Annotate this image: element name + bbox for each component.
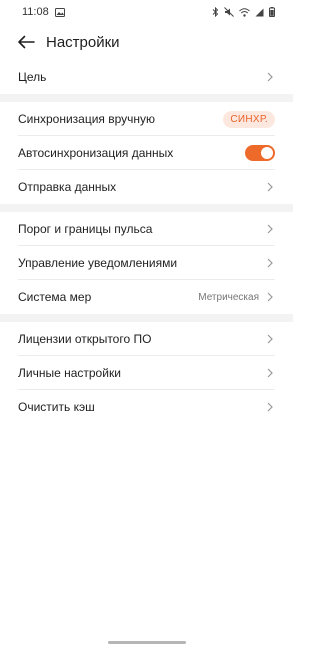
page-title: Настройки — [46, 33, 120, 51]
chevron-right-icon — [265, 333, 275, 345]
setting-heart-rate[interactable]: Порог и границы пульса — [0, 212, 293, 246]
setting-clear-cache[interactable]: Очистить кэш — [0, 390, 293, 424]
chevron-right-icon — [265, 223, 275, 235]
auto-sync-toggle[interactable] — [245, 145, 275, 161]
section-divider — [0, 314, 293, 322]
setting-units[interactable]: Система мер Метрическая — [0, 280, 293, 314]
status-right — [212, 7, 275, 17]
mute-icon — [224, 7, 234, 17]
setting-units-value: Метрическая — [198, 291, 259, 303]
setting-units-label: Система мер — [18, 290, 92, 304]
app-bar: Настройки — [0, 24, 293, 60]
setting-goal-label: Цель — [18, 70, 47, 84]
setting-goal[interactable]: Цель — [0, 60, 293, 94]
setting-licenses[interactable]: Лицензии открытого ПО — [0, 322, 293, 356]
setting-manual-sync-label: Синхронизация вручную — [18, 112, 156, 126]
setting-units-value-group: Метрическая — [198, 291, 275, 303]
chevron-right-icon — [265, 181, 275, 193]
wifi-icon — [239, 7, 250, 17]
status-left: 11:08 — [22, 6, 65, 18]
home-indicator[interactable] — [108, 641, 186, 644]
section-divider — [0, 94, 293, 102]
status-bar: 11:08 — [0, 0, 293, 24]
arrow-left-icon[interactable] — [14, 30, 38, 54]
section-divider — [0, 204, 293, 212]
setting-auto-sync-label: Автосинхронизация данных — [18, 146, 174, 160]
setting-heart-rate-label: Порог и границы пульса — [18, 222, 153, 236]
battery-icon — [269, 7, 275, 17]
setting-personal[interactable]: Личные настройки — [0, 356, 293, 390]
chevron-right-icon — [265, 401, 275, 413]
chevron-right-icon — [265, 291, 275, 303]
toggle-knob — [261, 147, 273, 159]
setting-clear-cache-label: Очистить кэш — [18, 400, 95, 414]
chevron-right-icon — [265, 367, 275, 379]
setting-auto-sync: Автосинхронизация данных — [0, 136, 293, 170]
chevron-right-icon — [265, 257, 275, 269]
setting-manual-sync: Синхронизация вручную СИНХР. — [0, 102, 293, 136]
image-icon — [54, 7, 65, 17]
setting-notifications[interactable]: Управление уведомлениями — [0, 246, 293, 280]
setting-personal-label: Личные настройки — [18, 366, 121, 380]
setting-notifications-label: Управление уведомлениями — [18, 256, 178, 270]
bluetooth-icon — [212, 7, 219, 17]
setting-send-data-label: Отправка данных — [18, 180, 117, 194]
settings-list: Цель Синхронизация вручную СИНХР. Автоси… — [0, 60, 293, 424]
status-time: 11:08 — [22, 6, 49, 18]
signal-icon — [255, 8, 264, 17]
setting-licenses-label: Лицензии открытого ПО — [18, 332, 152, 346]
setting-send-data[interactable]: Отправка данных — [0, 170, 293, 204]
chevron-right-icon — [265, 71, 275, 83]
sync-button[interactable]: СИНХР. — [223, 110, 275, 128]
